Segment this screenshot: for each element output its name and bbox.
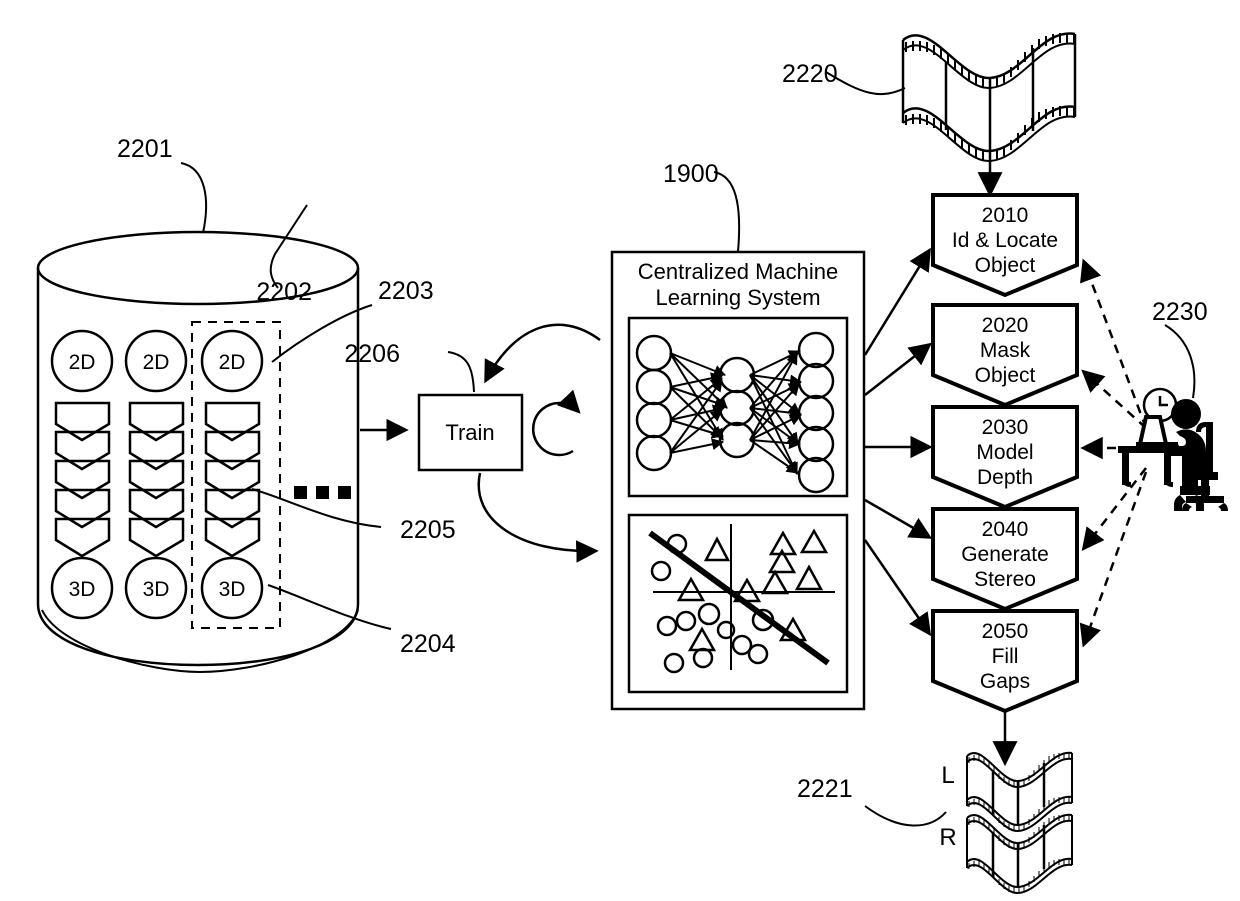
step-number-2030: 2030 — [982, 416, 1029, 439]
step-number-2050: 2050 — [982, 620, 1029, 643]
step-line1-2030: Model — [976, 441, 1033, 464]
db-item-label-3d-3: 3D — [219, 578, 246, 601]
db-item-label-3d-2: 3D — [143, 578, 170, 601]
ref-label-2204: 2204 — [400, 630, 456, 658]
arrows-ml-to-steps — [863, 247, 933, 637]
ref-label-2206: 2206 — [344, 340, 400, 368]
ref-label-2230: 2230 — [1152, 298, 1208, 326]
db-item-label-2d-3: 2D — [219, 351, 246, 374]
step-number-2010: 2010 — [982, 204, 1029, 227]
step-line2-2020: Object — [975, 364, 1036, 387]
ref-label-2205: 2205 — [400, 516, 456, 544]
leader-2206 — [447, 351, 475, 393]
input-film-strip — [901, 32, 1077, 163]
ref-label-2202: 2202 — [256, 278, 312, 306]
leader-2221 — [864, 805, 947, 827]
ml-system-title-line2: Learning System — [655, 285, 820, 310]
ref-label-2201: 2201 — [117, 135, 173, 163]
step-number-2020: 2020 — [982, 314, 1029, 337]
ref-label-2221: 2221 — [797, 775, 853, 803]
arrow-ml-to-train — [484, 323, 601, 384]
arrow-train-to-ml — [477, 472, 599, 563]
step-number-2040: 2040 — [982, 518, 1029, 541]
ref-label-2220: 2220 — [782, 60, 838, 88]
step-line2-2040: Stereo — [974, 568, 1036, 591]
step-line1-2010: Id & Locate — [952, 229, 1058, 252]
db-item-label-2d-2: 2D — [143, 351, 170, 374]
step-line2-2010: Object — [975, 254, 1036, 277]
step-line1-2040: Generate — [961, 543, 1049, 566]
output-label-right: R — [939, 824, 956, 851]
step-line1-2020: Mask — [980, 339, 1031, 362]
db-chevron-stacks — [54, 401, 261, 558]
leader-2230 — [1164, 324, 1196, 399]
step-line1-2050: Fill — [992, 645, 1019, 668]
db-item-label-2d-1: 2D — [69, 351, 96, 374]
ml-system-title-line1: Centralized Machine — [638, 259, 839, 284]
ml-system-box — [610, 250, 866, 711]
train-label: Train — [445, 420, 494, 445]
step-line2-2030: Depth — [977, 466, 1033, 489]
operator-icon-group — [1118, 387, 1228, 511]
cycle-refresh-icon — [531, 389, 581, 457]
step-line2-2050: Gaps — [980, 670, 1030, 693]
leader-2220 — [825, 71, 906, 95]
ref-label-2203: 2203 — [378, 277, 434, 305]
figure-canvas: 2201 2202 2203 2204 2205 2206 1900 2220 … — [36, 32, 1228, 895]
db-ellipsis-dots — [294, 486, 351, 499]
neural-network-graphic — [635, 331, 835, 494]
ref-label-1900: 1900 — [663, 160, 719, 188]
classifier-scatter-graphic — [648, 524, 835, 674]
db-item-label-3d-1: 3D — [69, 578, 96, 601]
output-label-left: L — [941, 762, 954, 789]
patent-figure: 2201 2202 2203 2204 2205 2206 1900 2220 … — [0, 0, 1240, 901]
